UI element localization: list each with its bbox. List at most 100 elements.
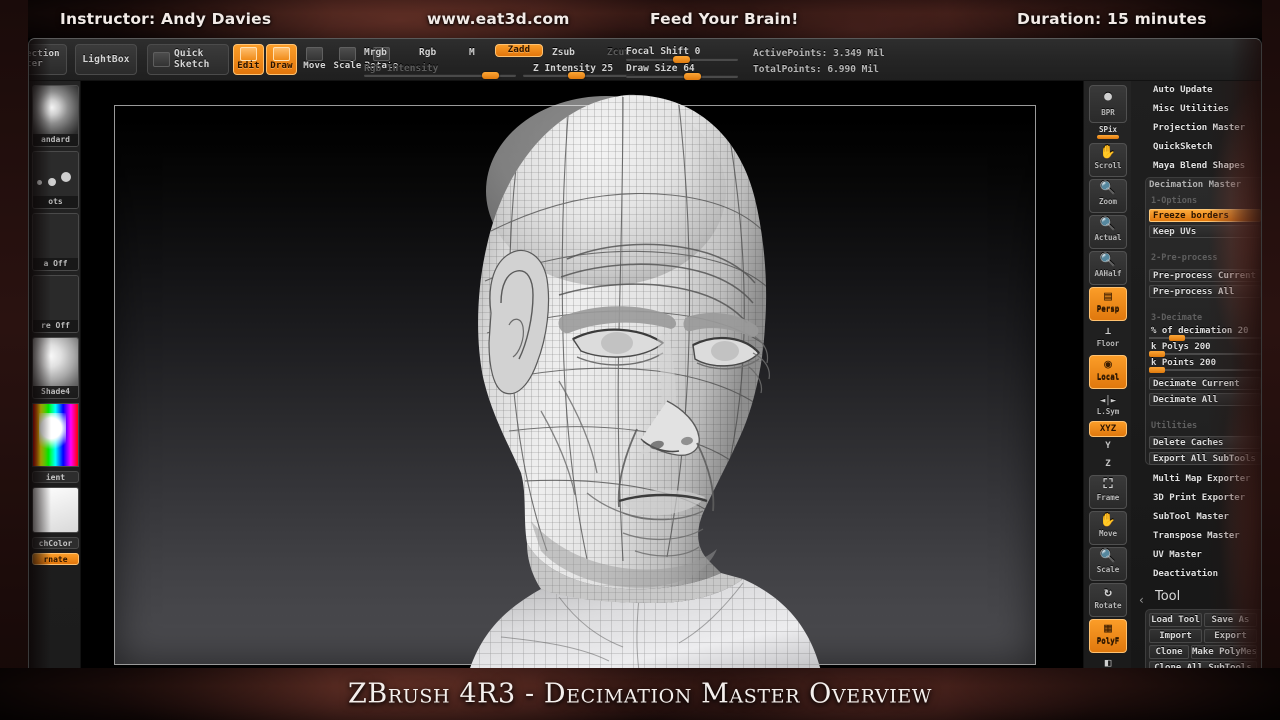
video-footer-band: ZBrush 4R3 - Decimation Master Overview — [0, 668, 1280, 720]
gradient-toggle[interactable]: ient — [32, 471, 79, 483]
decimate-all-button[interactable]: Decimate All — [1149, 393, 1261, 406]
rail-rotate-button[interactable]: ↻ Rotate — [1089, 583, 1127, 617]
menu-subtool-master[interactable]: SubTool Master — [1153, 512, 1229, 522]
quick-sketch-button[interactable]: Quick Sketch — [147, 44, 229, 75]
rail-move-button[interactable]: ✋ Move — [1089, 511, 1127, 545]
k-points-track[interactable] — [1149, 369, 1261, 371]
focal-shift-label[interactable]: Focal Shift 0 — [626, 46, 700, 57]
pct-decimation-track[interactable] — [1149, 337, 1261, 339]
sculpt-model-viewport[interactable] — [391, 81, 951, 670]
spix-slider[interactable] — [1097, 135, 1119, 139]
draw-size-track[interactable] — [626, 75, 738, 78]
draw-size-label[interactable]: Draw Size 64 — [626, 63, 695, 74]
rail-scale-label: Scale — [1096, 565, 1120, 574]
persp-button[interactable]: ▤ Persp — [1089, 287, 1127, 321]
menu-quicksketch[interactable]: QuickSketch — [1153, 142, 1213, 152]
alpha-selector[interactable]: a Off — [32, 213, 79, 271]
pct-decimation-knob[interactable] — [1169, 335, 1185, 341]
frame-button[interactable]: ⛶ Frame — [1089, 475, 1127, 509]
scale-button[interactable]: Scale — [332, 44, 363, 75]
move-label: Move — [303, 61, 326, 72]
k-points-slider[interactable]: k Points 200 — [1149, 358, 1261, 373]
pct-decimation-slider[interactable]: % of decimation 20 — [1149, 326, 1261, 341]
rgb-button[interactable]: Rgb — [419, 47, 436, 58]
rail-scale-button[interactable]: 🔍 Scale — [1089, 547, 1127, 581]
rotate-arrows-icon: ↻ — [1104, 585, 1112, 600]
import-button[interactable]: Import — [1149, 629, 1202, 643]
current-color-swatch[interactable] — [32, 487, 79, 533]
menu-projection-master[interactable]: Projection Master — [1153, 123, 1245, 133]
zbrush-canvas[interactable] — [81, 81, 1083, 670]
edit-icon — [240, 47, 257, 62]
brush-selector[interactable]: andard — [32, 85, 79, 147]
menu-deactivation[interactable]: Deactivation — [1153, 569, 1218, 579]
polyf-button[interactable]: ▦ PolyF — [1089, 619, 1127, 653]
focal-shift-knob[interactable] — [673, 56, 690, 63]
freeze-borders-button[interactable]: Freeze borders — [1149, 209, 1261, 222]
delete-caches-button[interactable]: Delete Caches — [1149, 436, 1261, 449]
k-polys-track[interactable] — [1149, 353, 1261, 355]
texture-selector[interactable]: re Off — [32, 275, 79, 333]
projection-master-button[interactable]: ection ter — [29, 44, 67, 75]
lightbox-button[interactable]: LightBox — [75, 44, 137, 75]
draw-button[interactable]: Draw — [266, 44, 297, 75]
load-tool-button[interactable]: Load Tool — [1149, 613, 1202, 627]
zoom-button[interactable]: 🔍 Zoom — [1089, 179, 1127, 213]
scale-label: Scale — [333, 61, 362, 72]
video-left-band — [0, 0, 28, 720]
floor-button[interactable]: ⊥ Floor — [1089, 325, 1127, 351]
menu-auto-update[interactable]: Auto Update — [1153, 85, 1213, 95]
spix-button[interactable]: SPix — [1089, 125, 1127, 141]
scroll-button[interactable]: ✋ Scroll — [1089, 143, 1127, 177]
export-all-subtools-button[interactable]: Export All SubTools — [1149, 452, 1261, 465]
z-axis-button[interactable]: Z — [1089, 457, 1127, 473]
tool-palette-title[interactable]: Tool — [1155, 589, 1180, 604]
clone-button[interactable]: Clone — [1149, 645, 1189, 659]
move-button[interactable]: Move — [299, 44, 330, 75]
alternate-button[interactable]: rnate — [32, 553, 79, 565]
material-selector[interactable]: Shade4 — [32, 337, 79, 399]
export-button[interactable]: Export — [1204, 629, 1257, 643]
z-intensity-knob[interactable] — [568, 72, 585, 79]
tool-collapse-chevron-icon[interactable]: ‹ — [1139, 593, 1144, 607]
preprocess-all-button[interactable]: Pre-process All — [1149, 285, 1261, 298]
magnifier-icon: 🔍 — [1099, 181, 1117, 196]
rgb-intensity-label[interactable]: Rgb Intensity — [364, 63, 438, 74]
save-as-button[interactable]: Save As — [1204, 613, 1257, 627]
zsub-button[interactable]: Zsub — [552, 47, 575, 58]
keep-uvs-button[interactable]: Keep UVs — [1149, 225, 1261, 238]
lsym-button[interactable]: ◄│► L.Sym — [1089, 395, 1127, 419]
menu-3d-print-exporter[interactable]: 3D Print Exporter — [1153, 493, 1245, 503]
spix-label: SPix — [1098, 125, 1118, 134]
menu-uv-master[interactable]: UV Master — [1153, 550, 1202, 560]
local-button[interactable]: ◉ Local — [1089, 355, 1127, 389]
y-axis-button[interactable]: Y — [1089, 439, 1127, 455]
k-points-knob[interactable] — [1149, 367, 1165, 373]
rgb-intensity-knob[interactable] — [482, 72, 499, 79]
decimate-current-button[interactable]: Decimate Current — [1149, 377, 1261, 390]
bpr-button[interactable]: ● BPR — [1089, 85, 1127, 123]
preprocess-current-button[interactable]: Pre-process Current — [1149, 269, 1261, 282]
edit-button[interactable]: Edit — [233, 44, 264, 75]
menu-multi-map-exporter[interactable]: Multi Map Exporter — [1153, 474, 1251, 484]
zadd-button[interactable]: Zadd — [495, 44, 543, 57]
make-polymesh3d-button[interactable]: Make PolyMesh3D — [1191, 645, 1257, 659]
m-button[interactable]: M — [469, 47, 475, 58]
color-picker[interactable] — [32, 403, 79, 467]
decimation-master-title[interactable]: Decimation Master — [1149, 180, 1241, 190]
mrgb-button[interactable]: Mrgb — [364, 47, 387, 58]
menu-misc-utilities[interactable]: Misc Utilities — [1153, 104, 1229, 114]
stroke-selector[interactable]: ots — [32, 151, 79, 209]
aahalf-button[interactable]: 🔍 AAHalf — [1089, 251, 1127, 285]
switch-color-button[interactable]: chColor — [32, 537, 79, 549]
menu-transpose-master[interactable]: Transpose Master — [1153, 531, 1240, 541]
rail-move-label: Move — [1098, 529, 1118, 538]
menu-maya-blend-shapes[interactable]: Maya Blend Shapes — [1153, 161, 1245, 171]
k-polys-slider[interactable]: k Polys 200 — [1149, 342, 1261, 357]
xyz-button[interactable]: XYZ — [1089, 421, 1127, 437]
bpr-label: BPR — [1101, 108, 1115, 117]
draw-size-knob[interactable] — [684, 73, 701, 80]
k-polys-knob[interactable] — [1149, 351, 1165, 357]
actual-button[interactable]: 🔍 Actual — [1089, 215, 1127, 249]
scale-icon — [339, 47, 356, 62]
